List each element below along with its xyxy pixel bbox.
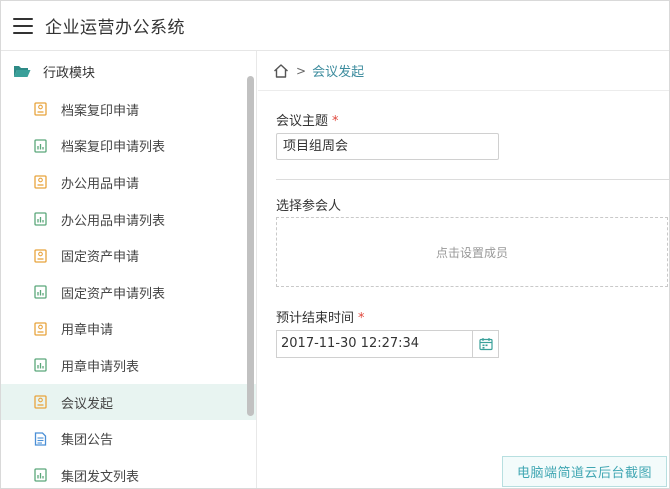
form-icon <box>33 322 47 336</box>
list-icon <box>33 212 47 226</box>
sidebar-item-label: 用章申请 <box>61 323 114 339</box>
list-icon <box>33 285 47 299</box>
sidebar-item[interactable]: 集团发文列表 <box>1 457 256 488</box>
sidebar-item[interactable]: 档案复印申请 <box>1 91 256 128</box>
watermark-label: 电脑端简道云后台截图 <box>502 456 667 487</box>
sidebar-nav-list: 档案复印申请档案复印申请列表 办公用品申请办公用品申请列表 固定资产申请固定资产申请… <box>1 91 256 488</box>
breadcrumb-current[interactable]: 会议发起 <box>312 61 364 80</box>
sidebar-item-label: 用章申请列表 <box>61 359 140 375</box>
main-content: > 会议发起 会议主题 * 项目组周会 选择参会人 点击设置成员 预计结束时间 * … <box>258 51 669 488</box>
end-time-field: 2017-11-30 12:27:34 <box>276 330 499 358</box>
list-icon <box>33 139 47 153</box>
sidebar-item[interactable]: 办公用品申请列表 <box>1 201 256 238</box>
form-icon <box>33 395 47 409</box>
document-icon <box>33 431 47 446</box>
topic-input[interactable]: 项目组周会 <box>276 133 499 160</box>
sidebar-group-admin[interactable]: 行政模块 <box>1 51 256 91</box>
end-time-label-text: 预计结束时间 <box>276 311 355 326</box>
app-window: 企业运营办公系统 行政模块 档案复印申请档案复印申请列表 办公用品申请办公用品申请… <box>0 0 670 489</box>
topic-label: 会议主题 * <box>276 110 339 129</box>
form-icon <box>33 102 47 116</box>
sidebar-item-label: 固定资产申请列表 <box>61 286 166 302</box>
end-time-label: 预计结束时间 * <box>276 307 365 326</box>
sidebar-group-label: 行政模块 <box>43 65 96 81</box>
sidebar-item-label: 办公用品申请 <box>61 176 140 192</box>
list-icon <box>33 468 47 482</box>
sidebar-item-label: 固定资产申请 <box>61 250 140 266</box>
required-mark: * <box>332 114 339 129</box>
sidebar-item[interactable]: 档案复印申请列表 <box>1 128 256 165</box>
sidebar-item-label: 办公用品申请列表 <box>61 213 166 229</box>
breadcrumb-separator: > <box>296 63 307 78</box>
topic-label-text: 会议主题 <box>276 114 329 129</box>
sidebar-item-label: 集团发文列表 <box>61 469 140 485</box>
form-icon <box>33 249 47 263</box>
end-time-input[interactable]: 2017-11-30 12:27:34 <box>276 330 472 358</box>
folder-open-icon <box>13 64 31 78</box>
calendar-icon[interactable] <box>472 330 499 358</box>
participants-picker[interactable]: 点击设置成员 <box>276 217 668 287</box>
sidebar: 行政模块 档案复印申请档案复印申请列表 办公用品申请办公用品申请列表 固定资产申请固… <box>1 51 257 488</box>
required-mark: * <box>358 311 365 326</box>
app-title: 企业运营办公系统 <box>45 18 185 38</box>
sidebar-item[interactable]: 集团公告 <box>1 420 256 457</box>
sidebar-scrollbar[interactable] <box>247 76 254 416</box>
list-icon <box>33 358 47 373</box>
sidebar-item-label: 集团公告 <box>61 433 114 449</box>
top-header: 企业运营办公系统 <box>1 1 669 51</box>
hamburger-menu-icon[interactable] <box>13 17 33 34</box>
sidebar-item-label: 档案复印申请列表 <box>61 140 166 156</box>
sidebar-item[interactable]: 会议发起 <box>1 383 256 421</box>
form-icon <box>33 175 47 190</box>
breadcrumb: > 会议发起 <box>258 51 669 91</box>
section-divider <box>276 179 669 180</box>
sidebar-item-label: 档案复印申请 <box>61 103 140 119</box>
sidebar-item[interactable]: 用章申请列表 <box>1 347 256 384</box>
home-icon[interactable] <box>272 62 290 80</box>
sidebar-item[interactable]: 用章申请 <box>1 311 256 348</box>
sidebar-item[interactable]: 办公用品申请 <box>1 164 256 201</box>
sidebar-item[interactable]: 固定资产申请 <box>1 237 256 274</box>
participants-label: 选择参会人 <box>276 199 342 214</box>
sidebar-item-label: 会议发起 <box>61 396 114 412</box>
sidebar-item[interactable]: 固定资产申请列表 <box>1 274 256 311</box>
